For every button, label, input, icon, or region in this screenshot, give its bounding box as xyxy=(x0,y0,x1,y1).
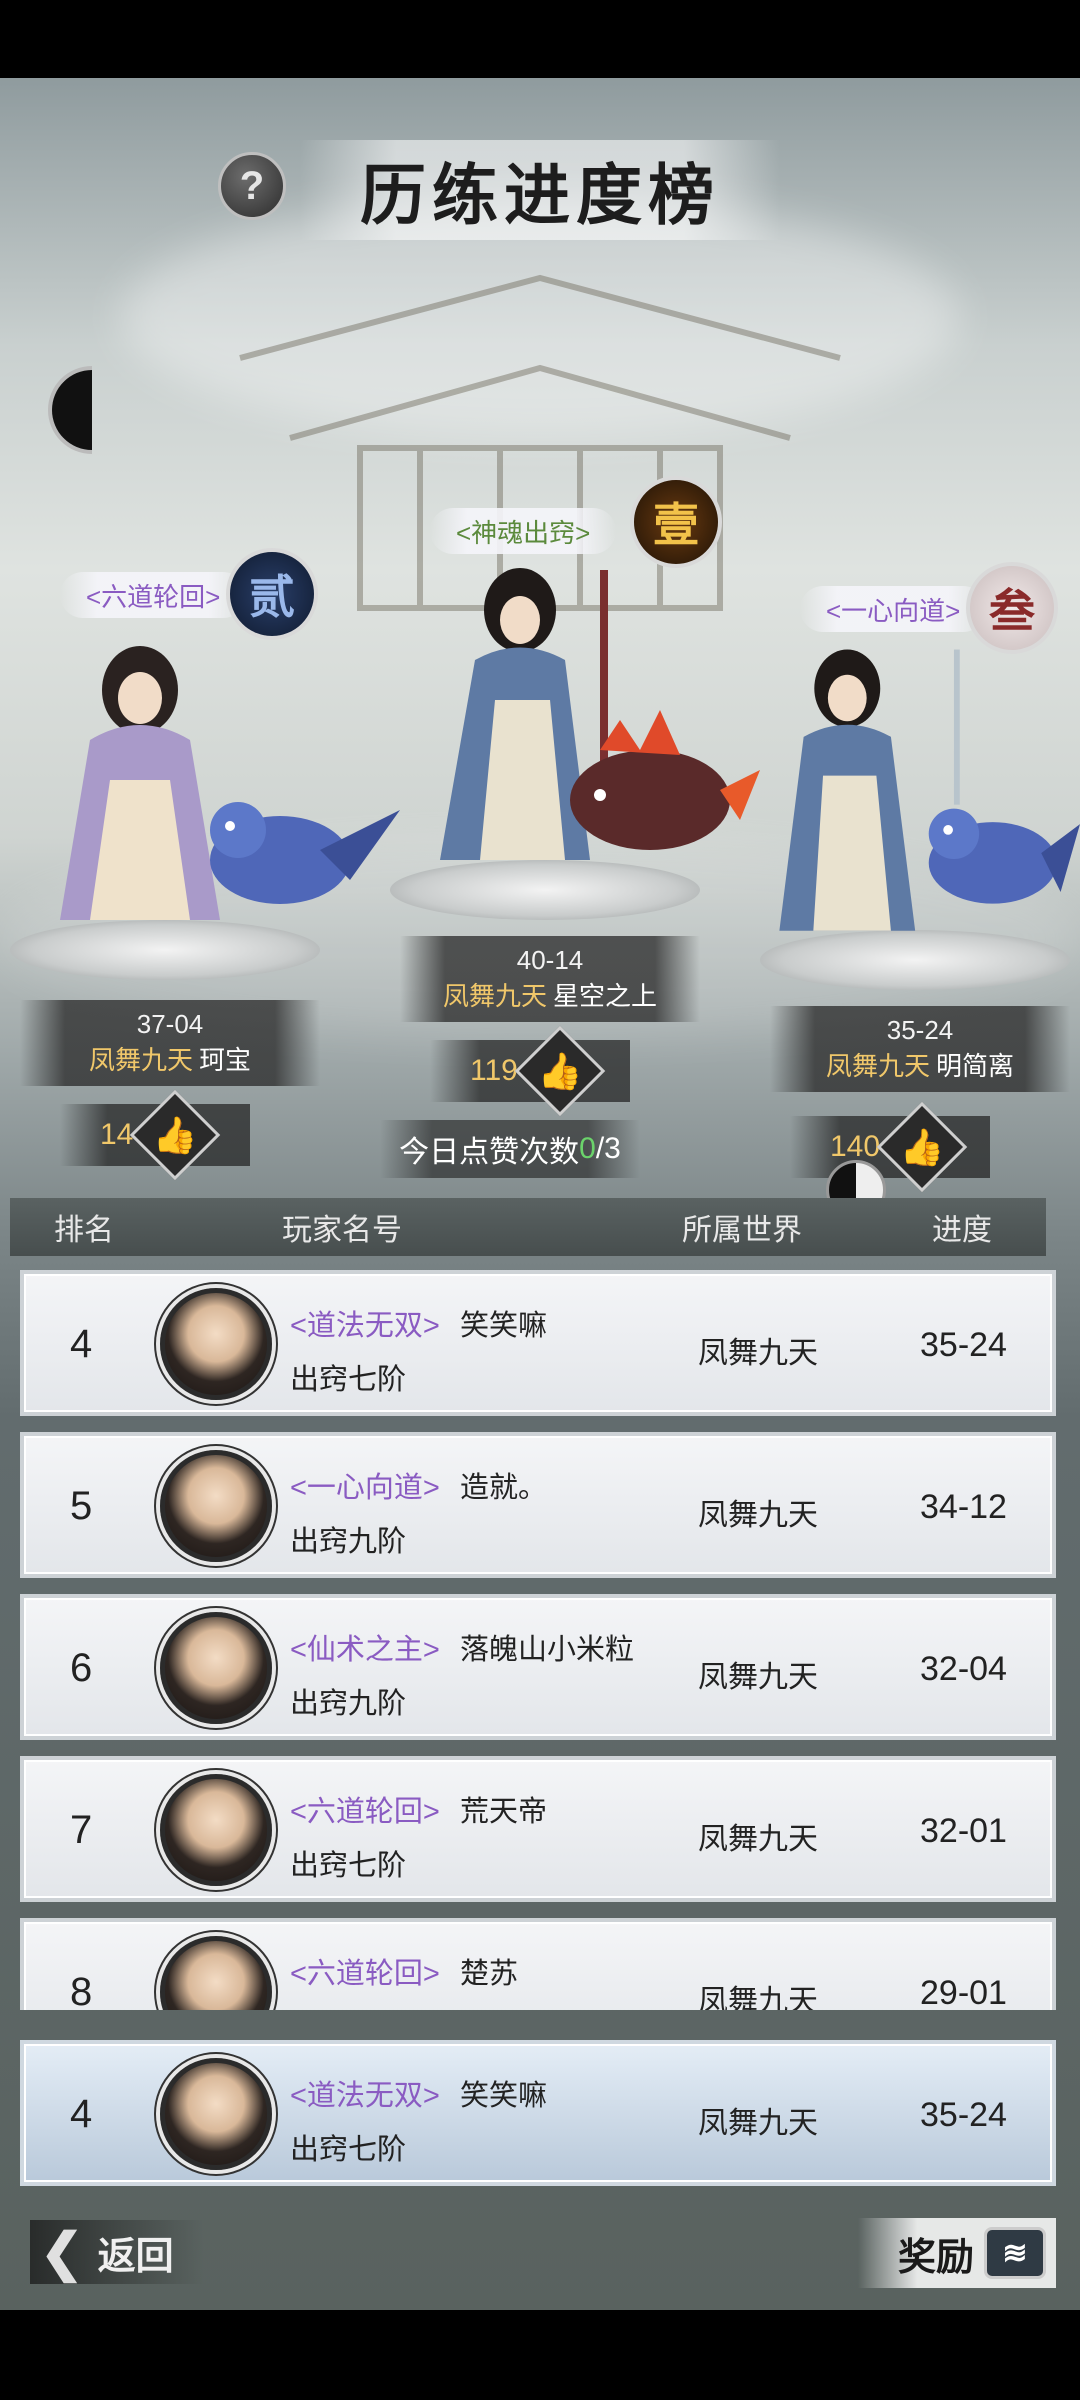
row-world: 凤舞九天 xyxy=(698,1985,818,2010)
table-header: 排名 玩家名号 所属世界 进度 xyxy=(10,1198,1046,1256)
row-progress: 34-12 xyxy=(920,1488,1007,1526)
bottom-bar: ❮ 返回 奖励 ≋ xyxy=(0,2200,1080,2310)
podium-third-world: 凤舞九天 xyxy=(825,1051,930,1081)
podium-second-like[interactable]: 14 👍 xyxy=(60,1089,250,1181)
podium-third-plate: 35-24 凤舞九天 明简离 xyxy=(770,1006,1070,1092)
row-world: 凤舞九天 xyxy=(698,1661,818,1694)
table-row[interactable]: 4 <道法无双> 笑笑嘛 出窍七阶 凤舞九天 35-24 xyxy=(20,1270,1056,1416)
row-world: 凤舞九天 xyxy=(698,2107,818,2140)
row-progress: 35-24 xyxy=(920,2096,1007,2134)
avatar[interactable] xyxy=(160,1450,272,1562)
header-rank: 排名 xyxy=(54,1214,114,1247)
avatar[interactable] xyxy=(160,1288,272,1400)
row-title: <仙术之主> xyxy=(290,1634,440,1666)
character-first-figure xyxy=(440,568,760,860)
row-stage: 出窍七阶 xyxy=(290,2134,407,2166)
page-title: 历练进度榜 xyxy=(360,156,720,234)
row-stage: 出窍七阶 xyxy=(290,1364,407,1396)
row-title: <六道轮回> xyxy=(290,1958,440,1990)
row-rank: 8 xyxy=(70,1970,93,2010)
row-title: <六道轮回> xyxy=(290,1796,440,1828)
avatar[interactable] xyxy=(160,1774,272,1886)
row-player-name: 荒天帝 xyxy=(460,1796,548,1828)
row-rank: 4 xyxy=(70,2092,93,2136)
podium-first-progress: 40-14 xyxy=(516,945,584,975)
podium-third-player: 明简离 xyxy=(936,1051,1015,1081)
row-rank: 7 xyxy=(70,1808,93,1852)
row-rank: 6 xyxy=(70,1646,93,1690)
today-likes-counter: 今日点赞次数 0/3 xyxy=(380,1120,640,1178)
table-row[interactable]: 6 <仙术之主> 落魄山小米粒 出窍九阶 凤舞九天 32-04 xyxy=(20,1594,1056,1740)
row-stage: 出窍七阶 xyxy=(290,1850,407,1882)
today-likes-total: /3 xyxy=(595,1132,621,1165)
row-player-name: 落魄山小米粒 xyxy=(460,1634,635,1666)
row-stage: 出窍九阶 xyxy=(290,1688,407,1720)
back-label: 返回 xyxy=(97,2232,174,2278)
help-button[interactable]: ? xyxy=(218,152,286,220)
podium-second-title: <六道轮回> xyxy=(60,572,247,618)
podium-first-like-count: 119 xyxy=(470,1054,518,1087)
character-third-figure xyxy=(779,649,1080,931)
avatar[interactable] xyxy=(160,2058,272,2170)
yin-yang-icon[interactable] xyxy=(48,366,92,454)
back-arrow-icon: ❮ xyxy=(40,2221,84,2283)
reward-chest-icon: ≋ xyxy=(984,2227,1046,2279)
podium-second-player: 珂宝 xyxy=(199,1045,252,1075)
today-likes-label: 今日点赞次数 xyxy=(399,1136,580,1169)
rank-list[interactable]: 4 <道法无双> 笑笑嘛 出窍七阶 凤舞九天 35-24 5 <一心向道> 造就… xyxy=(0,1262,1080,2010)
podium-third-like-count: 140 xyxy=(830,1130,881,1163)
podium-first-world: 凤舞九天 xyxy=(442,981,547,1011)
table-row[interactable]: 7 <六道轮回> 荒天帝 出窍七阶 凤舞九天 32-01 xyxy=(20,1756,1056,1902)
back-button[interactable]: ❮ 返回 xyxy=(30,2220,204,2284)
table-row[interactable]: 8 <六道轮回> 楚苏 凤舞九天 29-01 xyxy=(20,1918,1056,2010)
row-stage: 出窍九阶 xyxy=(290,1526,407,1558)
character-second-figure xyxy=(60,646,400,920)
podium-third-progress: 35-24 xyxy=(886,1015,954,1045)
podium-third-title: <一心向道> xyxy=(800,586,987,632)
header-player: 玩家名号 xyxy=(282,1214,402,1247)
row-title: <一心向道> xyxy=(290,1472,440,1504)
row-world: 凤舞九天 xyxy=(698,1499,818,1532)
row-progress: 29-01 xyxy=(920,1974,1007,2010)
row-progress: 32-01 xyxy=(920,1812,1007,1850)
podium-second-plate: 37-04 凤舞九天 珂宝 xyxy=(20,1000,320,1086)
row-player-name: 楚苏 xyxy=(460,1958,519,1990)
title-banner: 历练进度榜 xyxy=(300,140,780,240)
row-title: <道法无双> xyxy=(290,1310,440,1342)
reward-button[interactable]: 奖励 ≋ xyxy=(857,2218,1056,2288)
avatar[interactable] xyxy=(160,1936,272,2010)
row-progress: 32-04 xyxy=(920,1650,1007,1688)
podium-second-progress: 37-04 xyxy=(136,1009,204,1039)
podium-third-like[interactable]: 140 👍 xyxy=(790,1101,990,1193)
reward-label: 奖励 xyxy=(897,2233,974,2279)
header-world: 所属世界 xyxy=(682,1214,802,1247)
row-progress: 35-24 xyxy=(920,1326,1007,1364)
podium-first-plate: 40-14 凤舞九天 星空之上 xyxy=(400,936,700,1022)
podium-first-player: 星空之上 xyxy=(553,981,658,1011)
podium-first-like[interactable]: 119 👍 xyxy=(430,1025,630,1117)
avatar[interactable] xyxy=(160,1612,272,1724)
header-progress: 进度 xyxy=(932,1214,992,1247)
podium-second-world: 凤舞九天 xyxy=(88,1045,193,1075)
row-world: 凤舞九天 xyxy=(698,1823,818,1856)
row-player-name: 笑笑嘛 xyxy=(460,2080,548,2112)
row-player-name: 笑笑嘛 xyxy=(460,1310,548,1342)
self-rank-row[interactable]: 4 <道法无双> 笑笑嘛 出窍七阶 凤舞九天 35-24 xyxy=(20,2040,1056,2186)
podium-first-title: <神魂出窍> xyxy=(430,508,617,554)
today-likes-used: 0 xyxy=(579,1132,596,1165)
row-player-name: 造就。 xyxy=(460,1472,548,1504)
row-rank: 4 xyxy=(70,1322,93,1366)
row-title: <道法无双> xyxy=(290,2080,440,2112)
row-world: 凤舞九天 xyxy=(698,1337,818,1370)
row-rank: 5 xyxy=(70,1484,93,1528)
table-row[interactable]: 5 <一心向道> 造就。 出窍九阶 凤舞九天 34-12 xyxy=(20,1432,1056,1578)
